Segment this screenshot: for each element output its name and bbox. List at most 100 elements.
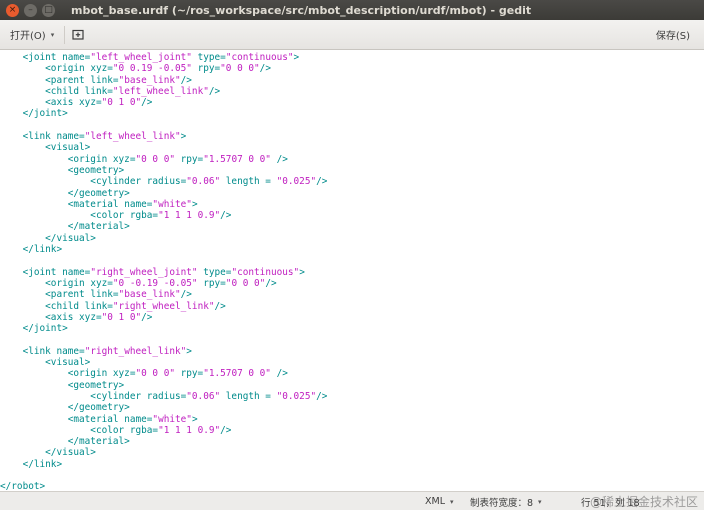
close-icon[interactable]: × bbox=[6, 3, 19, 17]
code-line: <material name="white"> bbox=[0, 414, 704, 425]
code-token: /> bbox=[270, 153, 288, 165]
title-bar[interactable]: × – □ mbot_base.urdf (~/ros_workspace/sr… bbox=[0, 0, 704, 20]
code-token: length = bbox=[220, 176, 277, 188]
code-token: "0 0 0" bbox=[220, 63, 260, 75]
code-token: "1.5707 0 0" bbox=[203, 368, 271, 380]
open-button-label: 打开(O) bbox=[10, 31, 46, 42]
code-token: link= bbox=[84, 300, 113, 312]
code-token: <joint bbox=[0, 266, 63, 278]
code-line: <origin xyz="0 0 0" rpy="1.5707 0 0" /> bbox=[0, 154, 704, 165]
code-line: <geometry> bbox=[0, 165, 704, 176]
code-token: name= bbox=[62, 266, 91, 278]
code-token: > bbox=[293, 52, 300, 63]
cursor-position[interactable]: 行 51，列 18 bbox=[581, 495, 640, 509]
code-token: "base_link" bbox=[118, 289, 181, 301]
code-line: <color rgba="1 1 1 0.9"/> bbox=[0, 425, 704, 436]
code-line: <origin xyz="0 0.19 -0.05" rpy="0 0 0"/> bbox=[0, 63, 704, 74]
code-token: /> bbox=[220, 210, 232, 222]
code-token: "0 0 0" bbox=[135, 153, 175, 165]
maximize-icon[interactable]: □ bbox=[42, 3, 55, 17]
toolbar-separator bbox=[64, 25, 66, 44]
toolbar: 打开(O) ▾ 保存(S) bbox=[0, 20, 704, 50]
code-line: </link> bbox=[0, 459, 704, 470]
code-line: <joint name="right_wheel_joint" type="co… bbox=[0, 267, 704, 278]
code-line: <parent link="base_link"/> bbox=[0, 289, 704, 300]
code-token: <axis bbox=[0, 97, 80, 109]
minimize-icon[interactable]: – bbox=[24, 3, 37, 17]
gedit-window: × – □ mbot_base.urdf (~/ros_workspace/sr… bbox=[0, 0, 704, 510]
code-token: <joint bbox=[0, 52, 63, 63]
code-line: </visual> bbox=[0, 447, 704, 458]
code-token: xyz= bbox=[112, 153, 136, 165]
code-token: <color bbox=[0, 424, 130, 436]
save-button[interactable]: 保存(S) bbox=[650, 24, 696, 46]
code-line: <visual> bbox=[0, 357, 704, 368]
code-line: <joint name="left_wheel_joint" type="con… bbox=[0, 52, 704, 63]
code-token: <cylinder bbox=[0, 390, 147, 402]
code-token: /> bbox=[180, 74, 192, 86]
language-selector[interactable]: XML ▾ bbox=[425, 496, 454, 507]
chevron-down-icon: ▾ bbox=[50, 30, 55, 39]
chevron-down-icon: ▾ bbox=[450, 497, 454, 506]
code-token: "0 1 0" bbox=[101, 311, 142, 323]
code-token: "0.025" bbox=[276, 176, 317, 188]
code-token: <child bbox=[0, 85, 85, 97]
code-token: <origin bbox=[0, 153, 113, 165]
code-token: xyz= bbox=[112, 368, 136, 380]
code-token: /> bbox=[259, 63, 271, 75]
code-line: </material> bbox=[0, 436, 704, 447]
code-token: <visual> bbox=[0, 142, 91, 154]
code-token: </geometry> bbox=[0, 187, 130, 199]
window-title: mbot_base.urdf (~/ros_workspace/src/mbot… bbox=[71, 3, 532, 17]
code-line: <axis xyz="0 1 0"/> bbox=[0, 97, 704, 108]
code-token: "0 0 0" bbox=[225, 277, 266, 289]
code-token: radius= bbox=[146, 176, 187, 188]
code-token: "right_wheel_link" bbox=[112, 300, 215, 312]
code-token: <color bbox=[0, 210, 130, 222]
new-tab-icon bbox=[72, 29, 84, 40]
code-line: <axis xyz="0 1 0"/> bbox=[0, 312, 704, 323]
text-editor[interactable]: <joint name="left_wheel_joint" type="con… bbox=[0, 50, 704, 491]
code-token: </visual> bbox=[0, 232, 96, 244]
code-line: <origin xyz="0 0 0" rpy="1.5707 0 0" /> bbox=[0, 368, 704, 379]
code-token: xyz= bbox=[90, 277, 113, 289]
code-token: "continuous" bbox=[225, 52, 294, 63]
code-token: </material> bbox=[0, 221, 130, 233]
code-token: > bbox=[299, 266, 305, 278]
code-token: length = bbox=[220, 390, 277, 402]
code-token: rpy= bbox=[174, 153, 204, 165]
code-token: "0.025" bbox=[276, 390, 317, 402]
code-token: > bbox=[186, 345, 192, 357]
code-token: </link> bbox=[0, 458, 63, 470]
code-token: "0 -0.19 -0.05" bbox=[112, 277, 198, 289]
code-token: "right_wheel_joint" bbox=[90, 266, 198, 278]
code-token: <child bbox=[0, 300, 85, 312]
code-token: "left_wheel_link" bbox=[112, 85, 209, 97]
code-token: </joint> bbox=[0, 108, 68, 120]
code-token: "0.06" bbox=[186, 390, 221, 402]
code-token: "1.5707 0 0" bbox=[203, 153, 271, 165]
code-token: </visual> bbox=[0, 447, 96, 459]
tab-width-label: 制表符宽度：8 bbox=[470, 497, 534, 509]
tab-width-selector[interactable]: 制表符宽度：8 ▾ bbox=[470, 495, 542, 509]
code-view[interactable]: <joint name="left_wheel_joint" type="con… bbox=[0, 50, 704, 491]
code-token: "0 1 0" bbox=[101, 97, 142, 109]
code-token: "1 1 1 0.9" bbox=[158, 424, 221, 436]
cursor-position-label: 行 51，列 18 bbox=[581, 497, 640, 509]
code-token: <link bbox=[0, 131, 57, 143]
code-line: </visual> bbox=[0, 233, 704, 244]
code-line: <cylinder radius="0.06" length = "0.025"… bbox=[0, 391, 704, 402]
code-token: /> bbox=[220, 424, 232, 436]
code-token: </robot> bbox=[0, 481, 46, 491]
code-token: type= bbox=[191, 52, 226, 63]
new-tab-button[interactable] bbox=[69, 24, 87, 46]
code-line: <material name="white"> bbox=[0, 199, 704, 210]
code-token: "left_wheel_link" bbox=[84, 131, 181, 143]
code-token: "1 1 1 0.9" bbox=[158, 210, 221, 222]
code-token: "0 0 0" bbox=[135, 368, 175, 380]
code-token: /> bbox=[208, 85, 221, 97]
code-token: "white" bbox=[152, 413, 192, 425]
language-label: XML bbox=[425, 496, 445, 507]
open-button[interactable]: 打开(O) ▾ bbox=[4, 24, 60, 46]
